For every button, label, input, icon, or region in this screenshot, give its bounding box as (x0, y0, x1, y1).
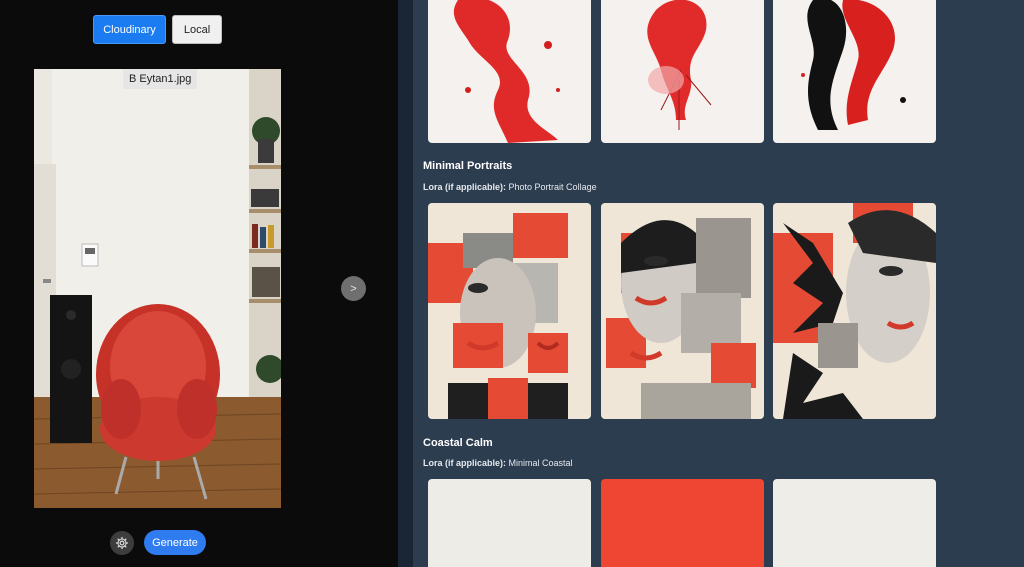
panel-divider (398, 0, 413, 567)
lora-label: Lora (if applicable): (423, 182, 507, 192)
lora-value: Photo Portrait Collage (508, 182, 597, 192)
lora-label: Lora (if applicable): (423, 458, 507, 468)
style-thumbnail[interactable] (428, 203, 591, 419)
style-thumbnail[interactable] (601, 203, 764, 419)
portrait-collage-art (773, 203, 936, 419)
local-button[interactable]: Local (172, 15, 222, 44)
room-photo (34, 69, 281, 508)
style-thumbnail[interactable] (601, 0, 764, 143)
style-thumbnail[interactable] (601, 479, 764, 567)
cloudinary-button[interactable]: Cloudinary (93, 15, 166, 44)
style-thumbnail[interactable] (773, 0, 936, 143)
section-title: Minimal Portraits (423, 160, 513, 172)
black-red-ink-art (773, 0, 936, 143)
style-thumbnail[interactable] (428, 0, 591, 143)
filename-label: B Eytan1.jpg (123, 69, 198, 89)
lora-info: Lora (if applicable): Minimal Coastal (423, 458, 573, 468)
section-title: Coastal Calm (423, 437, 493, 449)
style-thumbnail[interactable] (773, 203, 936, 419)
lora-value: Minimal Coastal (508, 458, 573, 468)
settings-button[interactable] (110, 530, 134, 555)
room-photo-preview: B Eytan1.jpg (34, 69, 281, 508)
generate-button[interactable]: Generate (144, 530, 206, 555)
red-ink-art (428, 0, 591, 143)
style-gallery[interactable]: Minimal Portraits Lora (if applicable): … (413, 0, 1024, 567)
red-ink-art (601, 0, 764, 143)
image-source-panel: Cloudinary Local B Eytan1.jpg Generate > (0, 0, 398, 567)
portrait-collage-art (601, 203, 764, 419)
next-arrow-button[interactable]: > (341, 276, 366, 301)
gear-icon (115, 536, 129, 549)
style-thumbnail[interactable] (428, 479, 591, 567)
lora-info: Lora (if applicable): Photo Portrait Col… (423, 182, 597, 192)
style-thumbnail[interactable] (773, 479, 936, 567)
app-root: Cloudinary Local B Eytan1.jpg Generate >… (0, 0, 1024, 567)
source-toggle: Cloudinary Local (93, 15, 222, 44)
generate-bar: Generate (110, 530, 206, 555)
portrait-collage-art (428, 203, 591, 419)
